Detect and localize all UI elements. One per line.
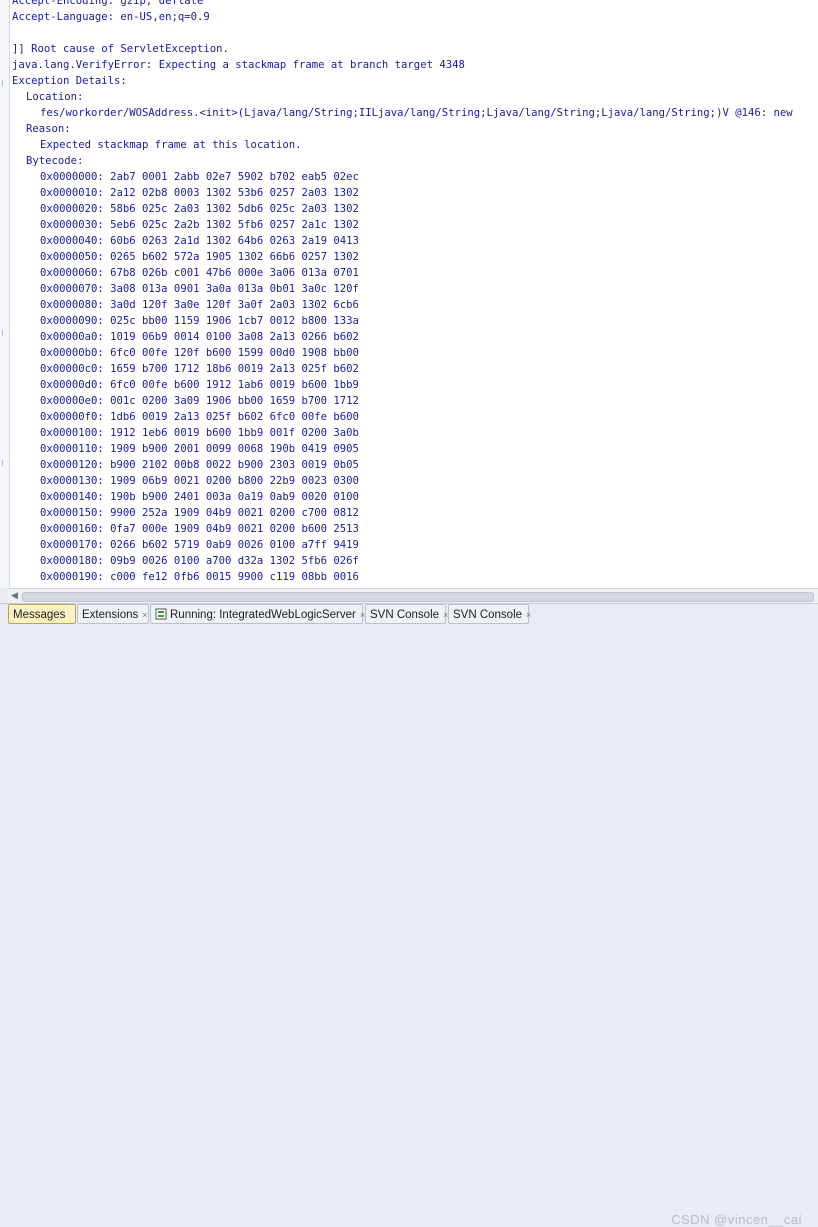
- console-lines: Accept-Encoding: gzip, deflate Accept-La…: [12, 0, 793, 585]
- console-output-panel[interactable]: Accept-Encoding: gzip, deflate Accept-La…: [0, 0, 818, 588]
- watermark: CSDN @vincen__cai: [671, 1212, 802, 1227]
- tab-running-server[interactable]: Running: IntegratedWebLogicServer ×: [150, 604, 365, 624]
- tab-label: Running: IntegratedWebLogicServer: [170, 609, 356, 621]
- tab-label: Extensions: [82, 609, 139, 621]
- tab-svn-console[interactable]: SVN Console ×: [365, 604, 448, 624]
- bytecode-row: 0x0000090: 025c bb00 1159 1906 1cb7 0012…: [40, 315, 359, 327]
- bytecode-row: 0x00000b0: 6fc0 00fe 120f b600 1599 00d0…: [40, 347, 359, 359]
- scrollbar-thumb[interactable]: [22, 592, 814, 602]
- bytecode-row: 0x00000f0: 1db6 0019 2a13 025f b602 6fc0…: [40, 411, 359, 423]
- bytecode-row: 0x0000010: 2a12 02b8 0003 1302 53b6 0257…: [40, 187, 359, 199]
- console-line: Accept-Language: en-US,en;q=0.9: [12, 11, 210, 23]
- bytecode-row: 0x0000180: 09b9 0026 0100 a700 d32a 1302…: [40, 555, 359, 567]
- error-line: java.lang.VerifyError: Expecting a stack…: [12, 59, 465, 71]
- bytecode-row: 0x00000c0: 1659 b700 1712 18b6 0019 2a13…: [40, 363, 359, 375]
- bytecode-row: 0x0000100: 1912 1eb6 0019 b600 1bb9 001f…: [40, 427, 359, 439]
- scroll-left-arrow-icon[interactable]: ◀: [8, 589, 21, 603]
- bytecode-dump: 0x0000000: 2ab7 0001 2abb 02e7 5902 b702…: [12, 169, 793, 585]
- bytecode-row: 0x0000110: 1909 b900 2001 0099 0068 190b…: [40, 443, 359, 455]
- bytecode-row: 0x0000140: 190b b900 2401 003a 0a19 0ab9…: [40, 491, 359, 503]
- root-cause-line: ]] Root cause of ServletException.: [12, 43, 229, 55]
- console-line: Accept-Encoding: gzip, deflate: [12, 0, 204, 7]
- bytecode-row: 0x0000060: 67b8 026b c001 47b6 000e 3a06…: [40, 267, 359, 279]
- bytecode-row: 0x0000030: 5eb6 025c 2a2b 1302 5fb6 0257…: [40, 219, 359, 231]
- tab-label: Messages: [13, 609, 66, 621]
- bytecode-row: 0x00000a0: 1019 06b9 0014 0100 3a08 2a13…: [40, 331, 359, 343]
- tab-messages[interactable]: Messages: [8, 604, 76, 624]
- tab-label: SVN Console: [453, 609, 523, 621]
- bytecode-row: 0x0000070: 3a08 013a 0901 3a0a 013a 0b01…: [40, 283, 359, 295]
- bytecode-row: 0x0000160: 0fa7 000e 1909 04b9 0021 0200…: [40, 523, 359, 535]
- horizontal-scrollbar[interactable]: ◀: [8, 588, 818, 603]
- bytecode-label: Bytecode:: [26, 155, 84, 167]
- bytecode-row: 0x0000080: 3a0d 120f 3a0e 120f 3a0f 2a03…: [40, 299, 359, 311]
- tab-svn-console[interactable]: SVN Console ×: [448, 604, 531, 624]
- bytecode-row: 0x0000150: 9900 252a 1909 04b9 0021 0200…: [40, 507, 359, 519]
- close-icon[interactable]: ×: [526, 610, 531, 620]
- gutter-marker: [2, 460, 7, 466]
- bytecode-row: 0x0000120: b900 2102 00b8 0022 b900 2303…: [40, 459, 359, 471]
- reason-value: Expected stackmap frame at this location…: [40, 139, 302, 151]
- bytecode-row: 0x00000d0: 6fc0 00fe b600 1912 1ab6 0019…: [40, 379, 359, 391]
- bytecode-row: 0x0000190: c000 fe12 0fb6 0015 9900 c119…: [40, 571, 359, 583]
- server-running-icon: [155, 607, 167, 620]
- tab-label: SVN Console: [370, 609, 440, 621]
- close-icon[interactable]: ×: [142, 610, 147, 620]
- bytecode-row: 0x0000040: 60b6 0263 2a1d 1302 64b6 0263…: [40, 235, 359, 247]
- gutter-marker: [2, 330, 7, 336]
- bytecode-row: 0x00000e0: 001c 0200 3a09 1906 bb00 1659…: [40, 395, 359, 407]
- location-value: fes/workorder/WOSAddress.<init>(Ljava/la…: [40, 107, 793, 119]
- exception-details-line: Exception Details:: [12, 75, 127, 87]
- bytecode-row: 0x0000000: 2ab7 0001 2abb 02e7 5902 b702…: [40, 171, 359, 183]
- tab-extensions[interactable]: Extensions ×: [77, 604, 149, 624]
- location-label: Location:: [26, 91, 84, 103]
- bottom-tab-bar: Messages Extensions × Running: Integrated…: [0, 603, 818, 1227]
- bytecode-row: 0x0000130: 1909 06b9 0021 0200 b800 22b9…: [40, 475, 359, 487]
- bytecode-row: 0x0000020: 58b6 025c 2a03 1302 5db6 025c…: [40, 203, 359, 215]
- bytecode-row: 0x0000170: 0266 b602 5719 0ab9 0026 0100…: [40, 539, 359, 551]
- console-gutter: [0, 0, 10, 588]
- reason-label: Reason:: [26, 123, 71, 135]
- bytecode-row: 0x0000050: 0265 b602 572a 1905 1302 66b6…: [40, 251, 359, 263]
- gutter-marker: [2, 80, 7, 86]
